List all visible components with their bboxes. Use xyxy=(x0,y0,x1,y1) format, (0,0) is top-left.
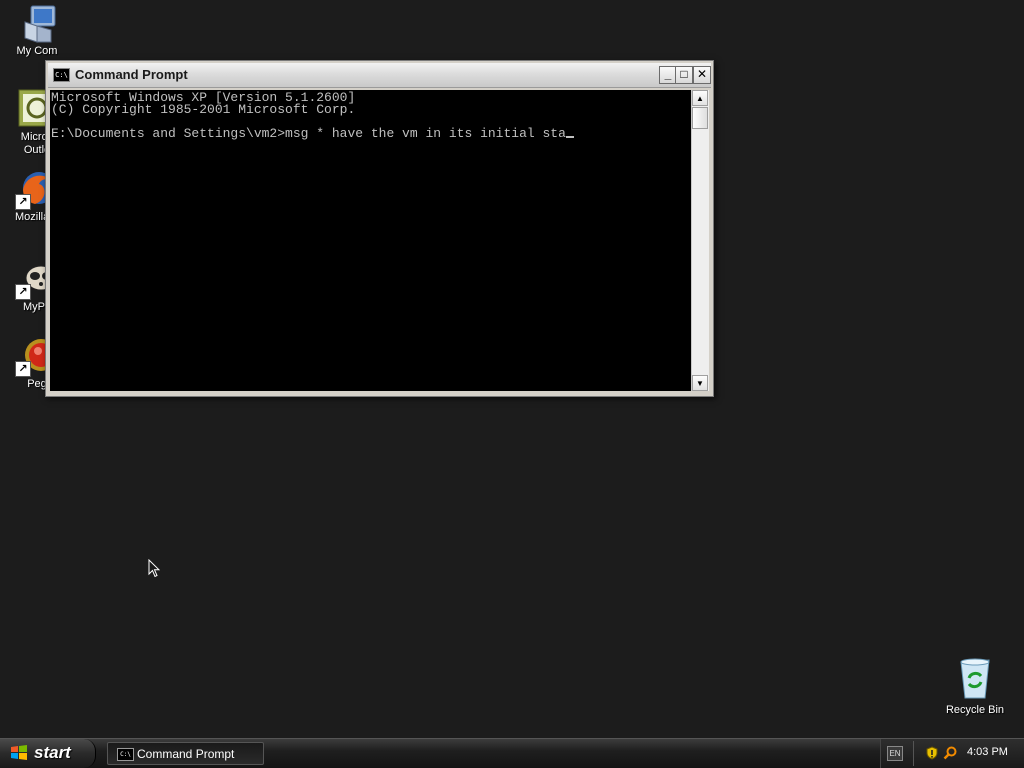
window-title: Command Prompt xyxy=(75,67,188,82)
close-button[interactable]: ✕ xyxy=(693,66,711,84)
console-output[interactable]: Microsoft Windows XP [Version 5.1.2600] … xyxy=(50,90,692,391)
console-icon: C:\ xyxy=(117,748,134,761)
console-command-text: E:\Documents and Settings\vm2>msg * have… xyxy=(51,126,566,141)
scroll-up-button[interactable]: ▲ xyxy=(692,90,708,106)
start-button[interactable]: start xyxy=(0,739,96,768)
shortcut-arrow-icon: ↗ xyxy=(15,194,31,210)
security-shield-icon[interactable] xyxy=(925,746,939,760)
desktop-icon-label: My Com xyxy=(16,45,58,57)
window-titlebar[interactable]: C:\ Command Prompt _ □ ✕ xyxy=(48,63,711,88)
language-indicator[interactable]: EN xyxy=(887,746,903,761)
vertical-scrollbar[interactable]: ▲ ▼ xyxy=(691,90,709,391)
console-icon: C:\ xyxy=(53,68,70,82)
maximize-button[interactable]: □ xyxy=(675,66,693,84)
taskbar-item-command-prompt[interactable]: C:\ Command Prompt xyxy=(107,742,264,765)
system-tray: EN 4:03 PM xyxy=(880,739,1024,768)
taskbar-item-label: Command Prompt xyxy=(137,747,235,761)
my-computer-icon xyxy=(17,2,57,43)
scroll-thumb[interactable] xyxy=(692,107,708,129)
console-input-line[interactable]: E:\Documents and Settings\vm2>msg * have… xyxy=(51,126,692,141)
windows-logo-icon xyxy=(10,745,28,761)
search-icon[interactable] xyxy=(943,746,957,760)
console-line: (C) Copyright 1985-2001 Microsoft Corp. xyxy=(51,102,356,117)
tray-divider xyxy=(913,741,914,766)
shortcut-arrow-icon: ↗ xyxy=(15,284,31,300)
taskbar: start C:\ Command Prompt EN 4:03 PM xyxy=(0,738,1024,768)
text-cursor xyxy=(565,136,574,138)
desktop-icon-my-computer[interactable]: My Com xyxy=(0,2,74,58)
desktop-icon-label: Recycle Bin xyxy=(945,704,1005,716)
clock[interactable]: 4:03 PM xyxy=(967,746,1008,758)
command-prompt-window[interactable]: C:\ Command Prompt _ □ ✕ Microsoft Windo… xyxy=(45,60,714,397)
desktop: My Com Micros Outlo ↗ Mozilla F ↗ MyPa ↗… xyxy=(0,0,1024,738)
recycle-bin-icon xyxy=(953,656,997,702)
mouse-pointer-icon xyxy=(148,558,161,583)
start-label: start xyxy=(34,743,71,762)
desktop-icon-recycle-bin[interactable]: Recycle Bin xyxy=(938,656,1012,716)
shortcut-arrow-icon: ↗ xyxy=(15,361,31,377)
scroll-down-button[interactable]: ▼ xyxy=(692,375,708,391)
